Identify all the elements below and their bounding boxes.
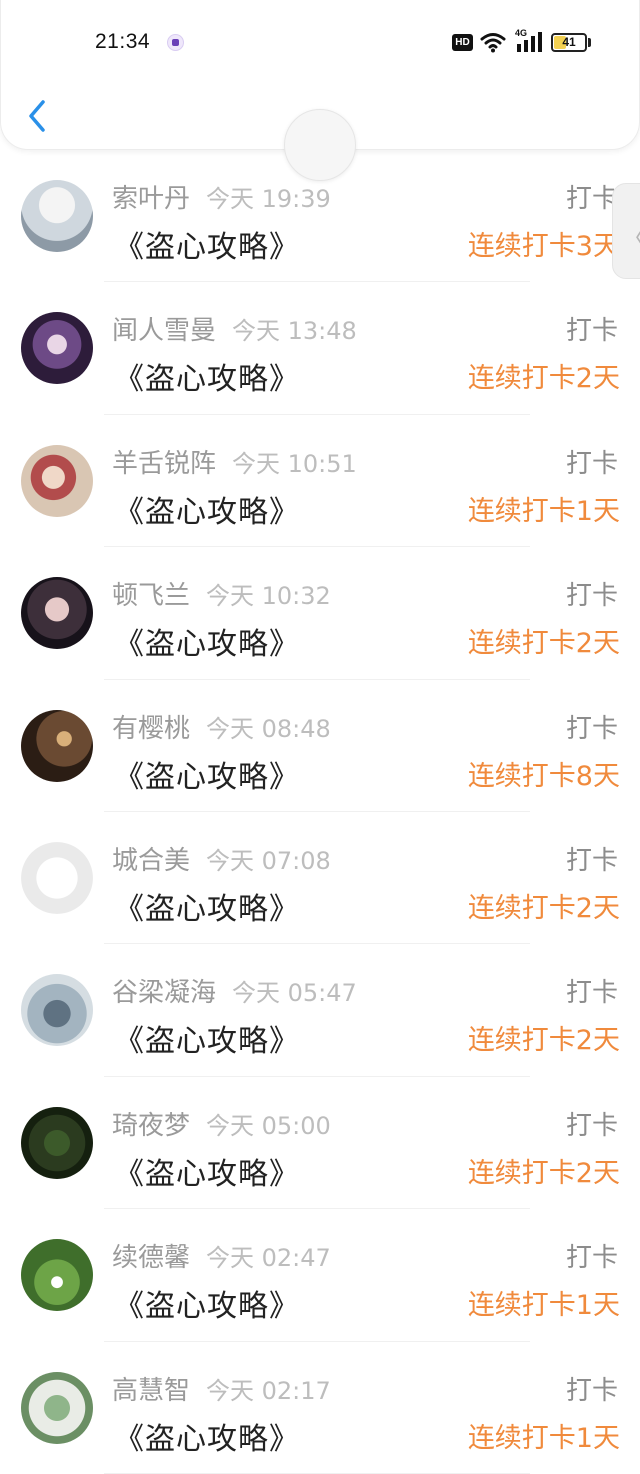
book-title[interactable]: 《盗心攻略》 [114, 487, 300, 531]
activity-type: 打卡 [565, 184, 618, 214]
avatar[interactable] [21, 974, 93, 1047]
clock: 21:34 [95, 30, 151, 53]
checkin-row[interactable]: 谷梁凝海 今天 05:47 打卡 《盗心攻略》 连续打卡2天 [0, 944, 640, 1077]
user-name: 顿飞兰 今天 10:32 [112, 575, 331, 612]
checkin-row[interactable]: 羊舌锐阵 今天 10:51 打卡 《盗心攻略》 连续打卡1天 [0, 415, 640, 548]
activity-type: 打卡 [565, 713, 618, 744]
user-name: 闻人雪曼 今天 13:48 [112, 310, 357, 347]
user-name: 有樱桃 今天 08:48 [112, 708, 331, 745]
book-title[interactable]: 《盗心攻略》 [114, 1149, 300, 1193]
back-button[interactable] [19, 94, 59, 138]
avatar[interactable] [21, 841, 93, 914]
checkin-time: 今天 02:17 [206, 1376, 331, 1405]
book-title[interactable]: 《盗心攻略》 [114, 1016, 300, 1060]
streak-label: 连续打卡2天 [467, 363, 620, 395]
book-title[interactable]: 《盗心攻略》 [114, 619, 300, 663]
book-title[interactable]: 《盗心攻略》 [114, 884, 300, 928]
activity-type: 打卡 [565, 978, 618, 1009]
user-name: 谷梁凝海 今天 05:47 [112, 972, 357, 1009]
user-name-text: 闻人雪曼 [112, 316, 217, 347]
activity-type: 打卡 [565, 581, 618, 612]
user-name: 索叶丹 今天 19:39 [112, 178, 331, 215]
user-name-text: 琦夜梦 [112, 1110, 191, 1141]
streak-label: 连续打卡2天 [467, 1025, 620, 1057]
user-name-text: 有樱桃 [112, 713, 191, 744]
avatar[interactable] [21, 1106, 93, 1179]
streak-label: 连续打卡8天 [467, 760, 620, 792]
activity-type: 打卡 [565, 1243, 618, 1274]
user-name: 城合美 今天 07:08 [112, 840, 331, 877]
checkin-row[interactable]: 闻人雪曼 今天 13:48 打卡 《盗心攻略》 连续打卡2天 [0, 282, 640, 415]
book-title[interactable]: 《盗心攻略》 [114, 1414, 300, 1458]
avatar[interactable] [21, 577, 93, 650]
streak-label: 连续打卡1天 [467, 1422, 620, 1454]
user-name-text: 顿飞兰 [112, 581, 191, 612]
user-name-text: 索叶丹 [112, 184, 191, 214]
checkin-time: 今天 10:51 [232, 449, 357, 478]
checkin-time: 今天 13:48 [232, 317, 357, 346]
activity-type: 打卡 [565, 845, 618, 876]
avatar[interactable] [21, 709, 93, 782]
checkin-time: 今天 05:00 [206, 1111, 331, 1140]
activity-type: 打卡 [565, 316, 618, 347]
avatar[interactable] [21, 444, 93, 517]
wifi-icon [480, 33, 506, 53]
user-name: 高慧智 今天 02:17 [112, 1370, 331, 1407]
checkin-row[interactable]: 琦夜梦 今天 05:00 打卡 《盗心攻略》 连续打卡2天 [0, 1077, 640, 1210]
chevron-left-icon [29, 100, 45, 132]
checkin-time: 今天 02:47 [206, 1244, 331, 1273]
checkin-row[interactable]: 顿飞兰 今天 10:32 打卡 《盗心攻略》 连续打卡2天 [0, 547, 640, 680]
checkin-time: 今天 08:48 [206, 714, 331, 743]
battery-tip [588, 38, 591, 47]
book-title[interactable]: 《盗心攻略》 [114, 222, 300, 266]
activity-type: 打卡 [565, 1110, 618, 1141]
battery-percent: 41 [562, 35, 576, 49]
streak-label: 连续打卡2天 [467, 1157, 620, 1189]
checkin-list: 索叶丹 今天 19:39 打卡 《盗心攻略》 连续打卡3天 闻人雪曼 今天 13:4… [0, 150, 640, 1474]
streak-label: 连续打卡1天 [467, 1290, 620, 1322]
user-name: 琦夜梦 今天 05:00 [112, 1105, 331, 1142]
user-name: 羊舌锐阵 今天 10:51 [112, 443, 357, 480]
checkin-row[interactable]: 有樱桃 今天 08:48 打卡 《盗心攻略》 连续打卡8天 [0, 680, 640, 812]
streak-label: 连续打卡3天 [467, 231, 620, 262]
streak-label: 连续打卡1天 [467, 495, 620, 527]
user-name-text: 城合美 [112, 845, 191, 876]
checkin-time: 今天 07:08 [206, 846, 331, 875]
activity-type: 打卡 [565, 448, 618, 479]
streak-label: 连续打卡2天 [467, 628, 620, 660]
avatar[interactable] [21, 1371, 93, 1444]
checkin-time: 今天 10:32 [206, 582, 331, 611]
checkin-row[interactable]: 高慧智 今天 02:17 打卡 《盗心攻略》 连续打卡1天 [0, 1342, 640, 1474]
floating-assistive-ball[interactable] [284, 109, 356, 181]
signal-strength-icon [517, 32, 542, 52]
user-name-text: 高慧智 [112, 1375, 191, 1406]
user-name: 续德馨 今天 02:47 [112, 1237, 331, 1274]
checkin-row[interactable]: 城合美 今天 07:08 打卡 《盗心攻略》 连续打卡2天 [0, 812, 640, 945]
user-name-text: 羊舌锐阵 [112, 448, 217, 479]
checkin-row[interactable]: 续德馨 今天 02:47 打卡 《盗心攻略》 连续打卡1天 [0, 1209, 640, 1342]
activity-type: 打卡 [565, 1375, 618, 1406]
user-name-text: 谷梁凝海 [112, 978, 217, 1009]
book-title[interactable]: 《盗心攻略》 [114, 1281, 300, 1325]
avatar[interactable] [21, 312, 93, 385]
hd-icon: HD [452, 34, 473, 51]
chevron-left-icon: 〈 [622, 218, 640, 253]
streak-label: 连续打卡2天 [467, 892, 620, 924]
checkin-time: 今天 05:47 [232, 979, 357, 1008]
battery-icon: 41 [551, 33, 587, 52]
app-notification-icon [167, 34, 184, 51]
avatar[interactable] [21, 1239, 93, 1312]
avatar[interactable] [21, 180, 93, 252]
user-name-text: 续德馨 [112, 1243, 191, 1274]
book-title[interactable]: 《盗心攻略》 [114, 752, 300, 796]
book-title[interactable]: 《盗心攻略》 [114, 354, 300, 398]
checkin-time: 今天 19:39 [206, 185, 331, 213]
status-bar: 21:34 HD 4G 41 [1, 0, 640, 86]
side-panel-handle[interactable]: 〈 [612, 183, 640, 279]
